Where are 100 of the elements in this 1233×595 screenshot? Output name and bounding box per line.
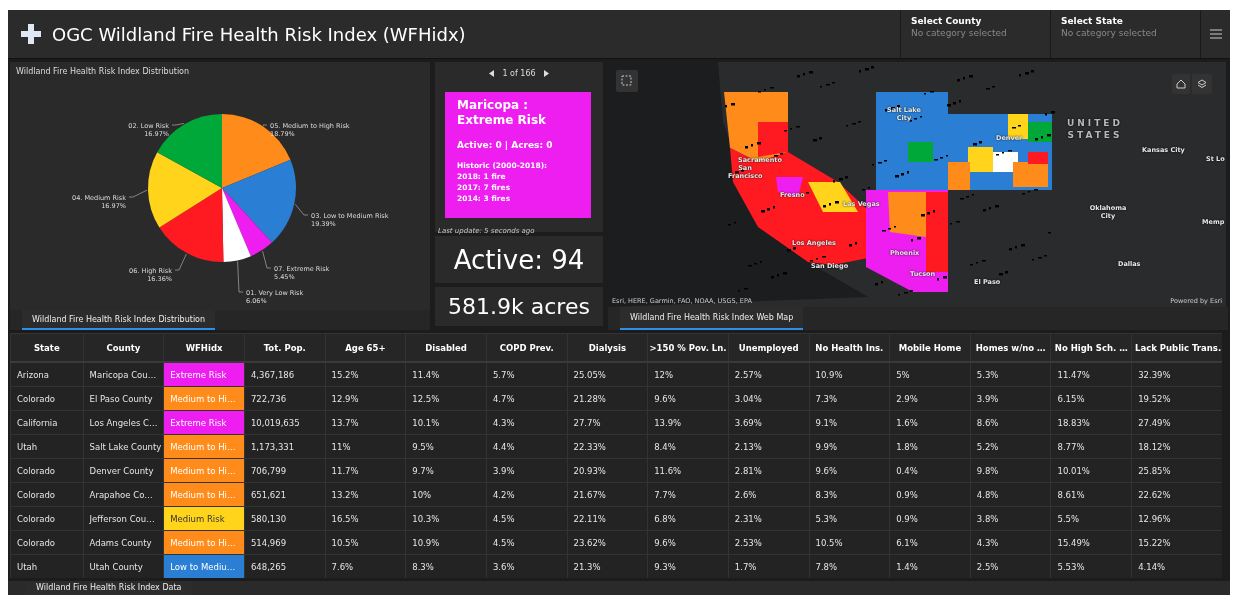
app-title: OGC Wildland Fire Health Risk Index (WFHidx): [52, 23, 467, 45]
table-cell: 8.6%: [970, 410, 1051, 435]
table-cell: 16.5%: [325, 506, 406, 531]
column-header[interactable]: Tot. Pop.: [244, 333, 326, 362]
acres-total: 581.9k acres: [448, 294, 590, 319]
previous-icon[interactable]: [489, 69, 495, 77]
table-cell: 9.1%: [809, 410, 890, 435]
table-cell: 4.7%: [486, 386, 568, 411]
table-cell: 11.6%: [647, 458, 729, 483]
category-selector[interactable]: Select State No category selected: [1050, 10, 1200, 58]
active-count: Active: 94: [453, 244, 585, 275]
column-header[interactable]: Age 65+: [325, 333, 406, 362]
table-cell: 11%: [325, 434, 406, 459]
table-cell: 20.93%: [567, 458, 648, 483]
next-icon[interactable]: [543, 69, 549, 77]
table-cell: Colorado: [10, 458, 84, 483]
table-cell: Maricopa Cou…: [83, 362, 164, 387]
table-cell: Denver County: [83, 458, 164, 483]
table-cell: 21.28%: [567, 386, 648, 411]
panel-tab[interactable]: Wildland Fire Health Risk Index Distribution: [22, 310, 216, 330]
table-cell: 9.6%: [647, 386, 729, 411]
table-cell: 8.77%: [1050, 434, 1132, 459]
table-cell: 0.9%: [889, 482, 971, 507]
column-header[interactable]: WFHidx: [163, 333, 245, 362]
table-cell: 22.11%: [567, 506, 648, 531]
panel-title: Wildland Fire Health Risk Index Distribution: [15, 66, 191, 76]
selector-value: No category selected: [1061, 28, 1158, 38]
table-cell: 9.6%: [647, 530, 729, 555]
selector-value: No category selected: [911, 28, 1008, 38]
column-header[interactable]: >150 % Pov. Ln.: [647, 333, 729, 362]
table-cell: 3.8%: [970, 506, 1051, 531]
column-header[interactable]: Lack Public Trans.: [1131, 333, 1222, 362]
column-header[interactable]: Homes w/no …: [970, 333, 1051, 362]
table-cell: 8.61%: [1050, 482, 1132, 507]
table-cell: Adams County: [83, 530, 164, 555]
menu-icon: [1209, 29, 1222, 39]
table-cell: 5.3%: [970, 362, 1051, 387]
column-header[interactable]: County: [83, 333, 164, 362]
table-cell: 3.9%: [486, 458, 568, 483]
table-cell: 2.31%: [728, 506, 809, 531]
table-cell: 13.9%: [647, 410, 729, 435]
column-header[interactable]: State: [10, 333, 84, 362]
leader-line: [128, 189, 148, 198]
table-cell: 706,799: [244, 458, 326, 483]
table-cell: 9.8%: [970, 458, 1051, 483]
table-cell: 9.5%: [405, 434, 487, 459]
leader-line: [262, 124, 268, 127]
table-cell: 9.7%: [405, 458, 487, 483]
table-cell: 27.7%: [567, 410, 648, 435]
layers-button[interactable]: [1192, 74, 1212, 94]
table-cell: 5.5%: [1050, 506, 1132, 531]
table-cell: 10.01%: [1050, 458, 1132, 483]
panel-tab[interactable]: Wildland Fire Health Risk Index Web Map: [620, 307, 804, 330]
table-cell: Colorado: [10, 482, 84, 507]
category-selector[interactable]: Select County No category selected: [900, 10, 1050, 58]
pager-count: 1 of 166: [502, 68, 536, 78]
table-cell: 21.67%: [567, 482, 648, 507]
leader-line: [171, 123, 185, 126]
table-cell: 22.33%: [567, 434, 648, 459]
column-header[interactable]: Disabled: [405, 333, 487, 362]
table-cell: Colorado: [10, 506, 84, 531]
table-cell: 10,019,635: [244, 410, 326, 435]
table-cell: 6.1%: [889, 530, 971, 555]
table-cell: 5.7%: [486, 362, 568, 387]
table-cell: 15.49%: [1050, 530, 1132, 555]
popup-summary: Active: 0 | Acres: 0: [457, 140, 554, 150]
table-cell: 0.9%: [889, 506, 971, 531]
column-header[interactable]: No High Sch. …: [1050, 333, 1132, 362]
table-cell: 8.3%: [809, 482, 890, 507]
table-cell: Utah: [10, 434, 84, 459]
table-cell: 10%: [405, 482, 487, 507]
home-button[interactable]: [1172, 74, 1190, 94]
popup-title: Maricopa : Extreme Risk: [457, 98, 548, 128]
table-cell: 23.62%: [567, 530, 648, 555]
column-header[interactable]: Unemployed: [728, 333, 809, 362]
selection-icon: [621, 75, 633, 87]
table-cell: 13.7%: [325, 410, 406, 435]
table-cell: 11.4%: [405, 362, 487, 387]
column-header[interactable]: Dialysis: [567, 333, 648, 362]
table-cell: 1.8%: [889, 434, 971, 459]
table-cell: 3.04%: [728, 386, 809, 411]
column-header[interactable]: Mobile Home: [889, 333, 971, 362]
select-tool-button[interactable]: [616, 70, 638, 92]
table-cell: 4.3%: [970, 530, 1051, 555]
table-cell: 6.8%: [647, 506, 729, 531]
table-cell: 514,969: [244, 530, 326, 555]
cross-logo-icon: [20, 23, 42, 45]
table-cell: 5.3%: [809, 506, 890, 531]
column-header[interactable]: COPD Prev.: [486, 333, 568, 362]
table-cell: Colorado: [10, 530, 84, 555]
table-cell: 2.13%: [728, 434, 809, 459]
table-cell: Arizona: [10, 362, 84, 387]
table-cell: 18.83%: [1050, 410, 1132, 435]
table-cell: 2.9%: [889, 386, 971, 411]
table-cell: 1,173,331: [244, 434, 326, 459]
table-cell: 4.4%: [486, 434, 568, 459]
table-cell: 3.9%: [970, 386, 1051, 411]
column-header[interactable]: No Health Ins.: [809, 333, 890, 362]
table-cell: Los Angeles C…: [83, 410, 164, 435]
table-cell: 2.6%: [728, 482, 809, 507]
